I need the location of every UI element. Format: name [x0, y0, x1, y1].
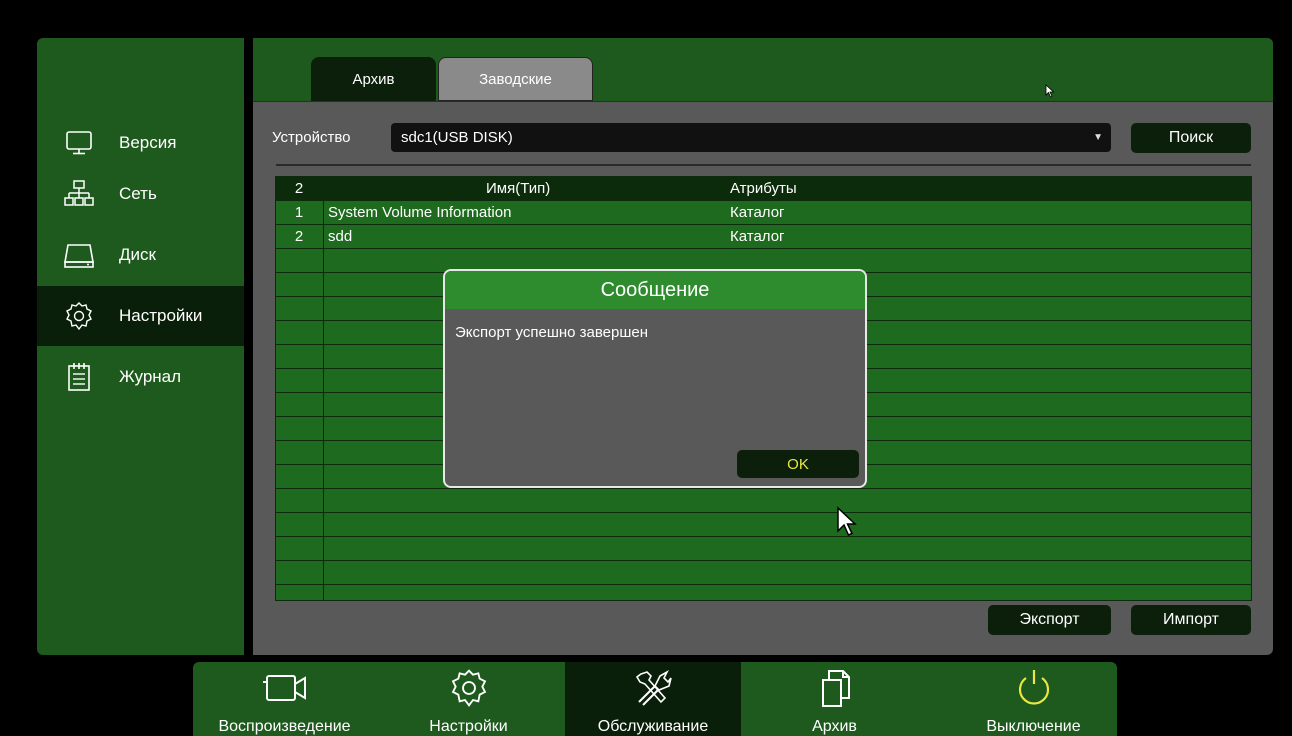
sidebar-item-log[interactable]: Журнал: [37, 347, 244, 407]
divider: [276, 164, 1251, 166]
table-row-empty[interactable]: [276, 561, 1251, 585]
sidebar-item-label: Диск: [119, 245, 156, 264]
header-name: Имя(Тип): [486, 180, 551, 197]
table-row-empty[interactable]: [276, 513, 1251, 537]
device-dropdown[interactable]: sdc1(USB DISK) ▼: [391, 123, 1111, 152]
sidebar-item-label: Версия: [119, 133, 177, 152]
mouse-pointer-icon: [1045, 84, 1055, 98]
device-value: sdc1(USB DISK): [401, 129, 513, 146]
row-index: 2: [294, 228, 304, 245]
nav-label: Воспроизведение: [218, 718, 351, 735]
table-row[interactable]: 2 sdd Каталог: [276, 225, 1251, 249]
tools-icon: [565, 668, 741, 708]
dialog-message: Экспорт успешно завершен: [455, 324, 649, 341]
dropdown-arrow-icon: ▼: [1093, 132, 1103, 143]
import-button[interactable]: Импорт: [1131, 605, 1251, 635]
copy-icon: [763, 668, 906, 708]
tab-factory-defaults[interactable]: Заводские: [438, 57, 593, 101]
monitor-icon: [59, 128, 99, 158]
row-attributes: Каталог: [730, 228, 785, 245]
table-header: 2 Имя(Тип) Атрибуты: [276, 177, 1251, 201]
nav-playback[interactable]: Воспроизведение: [213, 662, 356, 736]
tab-archive[interactable]: Архив: [311, 57, 436, 101]
sidebar-item-label: Журнал: [119, 367, 182, 386]
row-name: sdd: [328, 228, 353, 245]
network-icon: [59, 179, 99, 209]
sidebar: Версия Сеть Диск Настройки Журнал: [37, 38, 244, 655]
table-row-empty[interactable]: [276, 489, 1251, 513]
gear-icon: [397, 668, 540, 708]
nav-settings[interactable]: Настройки: [397, 662, 540, 736]
table-row-empty[interactable]: [276, 585, 1251, 600]
nav-archive[interactable]: Архив: [763, 662, 906, 736]
sidebar-item-network[interactable]: Сеть: [37, 164, 244, 224]
disk-icon: [59, 240, 99, 270]
table-row[interactable]: 1 System Volume Information Каталог: [276, 201, 1251, 225]
message-dialog: Сообщение Экспорт успешно завершен OK: [443, 269, 867, 488]
tab-bar: Архив Заводские: [253, 38, 1273, 102]
ok-button[interactable]: OK: [737, 450, 859, 478]
camera-icon: [213, 668, 356, 708]
nav-label: Архив: [812, 718, 857, 735]
sidebar-item-settings[interactable]: Настройки: [37, 286, 244, 346]
nav-shutdown[interactable]: Выключение: [962, 662, 1105, 736]
gear-icon: [59, 301, 99, 331]
mouse-pointer-icon: [837, 506, 857, 536]
nav-label: Настройки: [429, 718, 508, 735]
sidebar-item-label: Сеть: [119, 184, 157, 203]
log-icon: [59, 362, 99, 392]
device-label: Устройство: [272, 129, 351, 146]
header-attributes: Атрибуты: [730, 180, 797, 197]
nav-label: Обслуживание: [597, 718, 709, 735]
nav-label: Выключение: [986, 718, 1081, 735]
row-name: System Volume Information: [328, 204, 512, 221]
sidebar-item-label: Настройки: [119, 306, 203, 325]
power-icon: [962, 668, 1105, 708]
bottom-nav: Воспроизведение Настройки Обслуживание А…: [193, 662, 1117, 736]
nav-maintenance[interactable]: Обслуживание: [565, 662, 741, 736]
sidebar-item-disk[interactable]: Диск: [37, 225, 244, 285]
row-attributes: Каталог: [730, 204, 785, 221]
row-index: 1: [294, 204, 304, 221]
header-count: 2: [294, 180, 304, 197]
export-button[interactable]: Экспорт: [988, 605, 1111, 635]
search-button[interactable]: Поиск: [1131, 123, 1251, 153]
dialog-title: Сообщение: [445, 271, 865, 309]
table-row-empty[interactable]: [276, 537, 1251, 561]
